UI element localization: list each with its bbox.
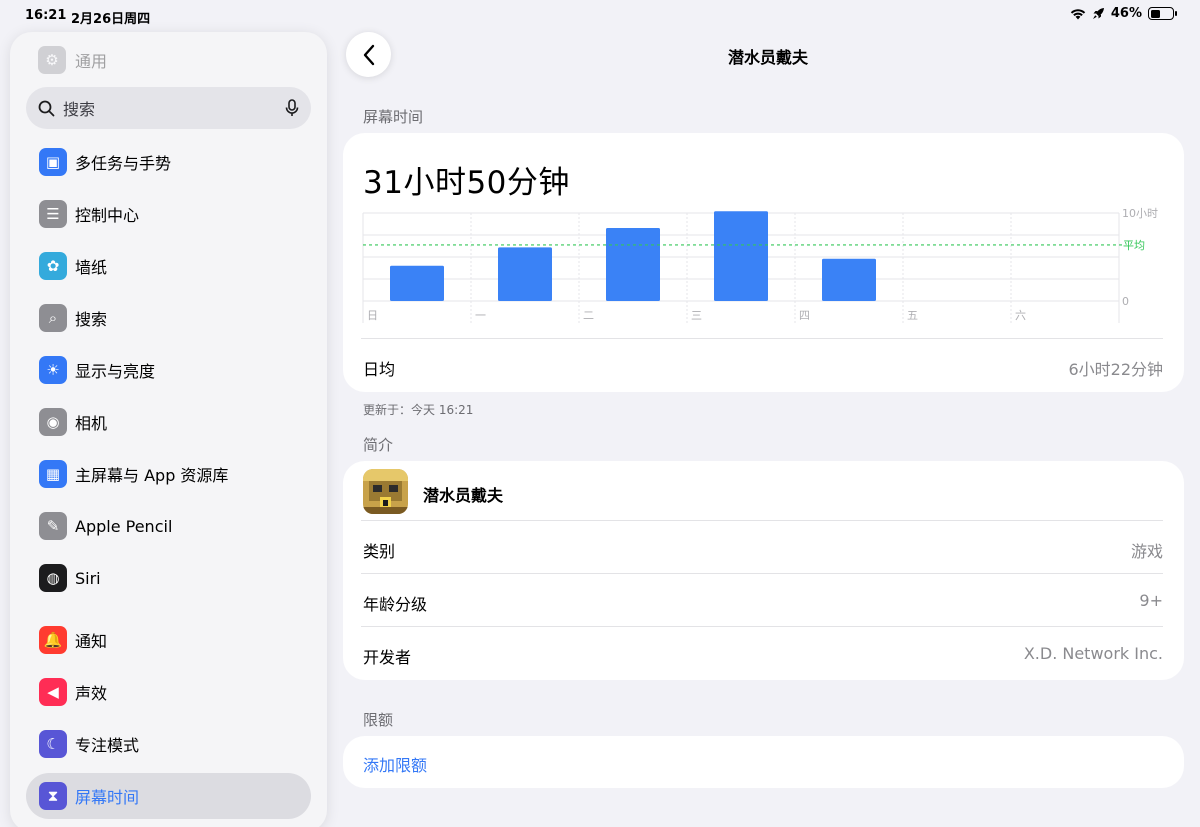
sidebar-item[interactable]: ✿ 墙纸 bbox=[26, 243, 311, 289]
sidebar-item-label: 通用 bbox=[75, 52, 108, 71]
sun-icon: ☀ bbox=[39, 356, 67, 384]
daily-average-value: 6小时22分钟 bbox=[1068, 360, 1163, 379]
chart-category-label: 一 bbox=[475, 309, 486, 322]
chart-category-label: 三 bbox=[691, 309, 702, 322]
search-placeholder: 搜索 bbox=[63, 100, 96, 119]
screen-time-section-label: 屏幕时间 bbox=[363, 108, 424, 126]
sidebar-item-label: Siri bbox=[75, 568, 101, 588]
developer-label: 开发者 bbox=[363, 648, 412, 667]
sidebar-item[interactable]: ☰ 控制中心 bbox=[26, 191, 311, 237]
intro-section-label: 简介 bbox=[363, 436, 394, 454]
category-value: 游戏 bbox=[1130, 542, 1163, 561]
speaker-icon: ◀ bbox=[39, 678, 67, 706]
hourglass-icon: ⧗ bbox=[39, 782, 67, 810]
battery-percent: 46% bbox=[1110, 6, 1142, 21]
bell-icon: 🔔 bbox=[39, 626, 67, 654]
chart-category-label: 二 bbox=[583, 309, 594, 322]
age-rating-label: 年龄分级 bbox=[363, 595, 428, 614]
chart-bar bbox=[498, 247, 552, 301]
sidebar-item-label: 屏幕时间 bbox=[75, 788, 140, 807]
app-name: 潜水员戴夫 bbox=[423, 486, 504, 505]
divider bbox=[361, 626, 1163, 627]
home-screen-icon: ▦ bbox=[39, 460, 67, 488]
sidebar-item-label: Apple Pencil bbox=[75, 516, 173, 536]
updated-time: 更新于：今天 16:21 bbox=[363, 403, 474, 417]
moon-icon: ☾ bbox=[39, 730, 67, 758]
sidebar-item-label: 搜索 bbox=[75, 310, 108, 329]
usage-bar-chart: 平均 10小时 0 日 一 二 三 四 五 六 bbox=[362, 207, 1158, 323]
chart-y-tick-label: 0 bbox=[1122, 295, 1129, 308]
sidebar-item[interactable]: ☾ 专注模式 bbox=[26, 721, 311, 767]
sidebar-item-label: 相机 bbox=[75, 414, 108, 433]
sidebar-item-label: 声效 bbox=[75, 684, 108, 703]
chart-category-label: 五 bbox=[907, 309, 918, 322]
daily-average-label: 日均 bbox=[363, 360, 396, 379]
chart-category-label: 日 bbox=[367, 309, 378, 322]
status-bar: 16:21 2月26日周四 46% bbox=[0, 0, 1200, 32]
search-field[interactable]: 搜索 bbox=[26, 87, 311, 129]
sidebar-item[interactable]: ◉ 相机 bbox=[26, 399, 311, 445]
sidebar-item[interactable]: 🔔 通知 bbox=[26, 617, 311, 663]
chart-bar bbox=[822, 258, 876, 301]
divider bbox=[361, 573, 1163, 574]
microphone-icon[interactable] bbox=[285, 99, 299, 117]
sidebar-item[interactable]: ▦ 主屏幕与 App 资源库 bbox=[26, 451, 311, 497]
sidebar-item-label: 显示与亮度 bbox=[75, 362, 156, 381]
sidebar-item[interactable]: ▣ 多任务与手势 bbox=[26, 139, 311, 185]
game-app-icon bbox=[363, 469, 408, 514]
age-rating-value: 9+ bbox=[1139, 591, 1163, 610]
divider bbox=[361, 520, 1163, 521]
developer-value: X.D. Network Inc. bbox=[1023, 644, 1163, 663]
chevron-left-icon bbox=[363, 44, 374, 65]
chart-bar bbox=[606, 227, 660, 301]
sidebar-item-label: 通知 bbox=[75, 632, 108, 651]
pencil-icon: ✎ bbox=[39, 512, 67, 540]
chart-y-tick-label: 10小时 bbox=[1122, 207, 1158, 220]
category-label: 类别 bbox=[363, 542, 396, 561]
chart-category-label: 四 bbox=[799, 309, 810, 322]
page-title: 潜水员戴夫 bbox=[727, 48, 808, 67]
camera-icon: ◉ bbox=[39, 408, 67, 436]
search-icon bbox=[38, 100, 55, 116]
sidebar-item-label: 墙纸 bbox=[75, 258, 108, 277]
magnifier-icon: ⌕ bbox=[39, 304, 67, 332]
status-date: 2月26日周四 bbox=[71, 12, 151, 27]
chart-category-label: 六 bbox=[1015, 309, 1026, 322]
battery-level bbox=[1150, 9, 1160, 18]
sidebar-item[interactable]: ◍ Siri bbox=[26, 555, 311, 601]
battery-icon bbox=[1148, 7, 1177, 20]
divider bbox=[361, 338, 1163, 339]
chart-bar bbox=[714, 211, 768, 301]
usage-chart: 平均 10小时 0 日 一 二 三 四 五 六 bbox=[343, 133, 1184, 333]
sidebar-item-general[interactable]: ⚙ 通用 bbox=[38, 46, 107, 74]
limits-card: 添加限额 bbox=[343, 736, 1184, 788]
wifi-icon bbox=[1070, 8, 1086, 19]
chart-bar bbox=[390, 265, 444, 301]
sidebar-item-label: 主屏幕与 App 资源库 bbox=[75, 466, 229, 485]
chart-average-label: 平均 bbox=[1123, 239, 1145, 252]
back-button[interactable] bbox=[346, 32, 391, 77]
sidebar-item[interactable]: ☀ 显示与亮度 bbox=[26, 347, 311, 393]
sidebar-item[interactable]: ⌕ 搜索 bbox=[26, 295, 311, 341]
sidebar-item[interactable]: ⧗ 屏幕时间 bbox=[26, 773, 311, 819]
sidebar-item-label: 多任务与手势 bbox=[75, 154, 172, 173]
gear-icon: ⚙ bbox=[38, 46, 66, 74]
intro-card: 潜水员戴夫 类别 游戏 年龄分级 9+ 开发者 X.D. Network Inc… bbox=[343, 461, 1184, 680]
add-limit-button[interactable]: 添加限额 bbox=[363, 752, 427, 776]
sidebar-item-label: 控制中心 bbox=[75, 206, 140, 225]
siri-icon: ◍ bbox=[39, 564, 67, 592]
status-indicators: 46% bbox=[1070, 6, 1177, 21]
sidebar-item-label: 专注模式 bbox=[75, 736, 140, 755]
screen-time-card: 31小时50分钟 平均 10小时 0 日一二三四五六 日均 6小时22分钟 bbox=[343, 133, 1184, 392]
sidebar-item[interactable]: ✎ Apple Pencil bbox=[26, 503, 311, 549]
toggles-icon: ☰ bbox=[39, 200, 67, 228]
sidebar-item[interactable]: ◀ 声效 bbox=[26, 669, 311, 715]
flower-icon: ✿ bbox=[39, 252, 67, 280]
status-time: 16:21 bbox=[25, 8, 67, 23]
rocket-icon bbox=[1092, 8, 1104, 19]
settings-sidebar: ⚙ 通用 搜索 ▣ 多任务与手势 ☰ 控制中心 ✿ 墙纸 ⌕ 搜索 ☀ 显示与亮度 ◉ 相机 ▦ 主屏幕与… bbox=[10, 32, 327, 827]
multitasking-icon: ▣ bbox=[39, 148, 67, 176]
limits-section-label: 限额 bbox=[363, 711, 394, 729]
